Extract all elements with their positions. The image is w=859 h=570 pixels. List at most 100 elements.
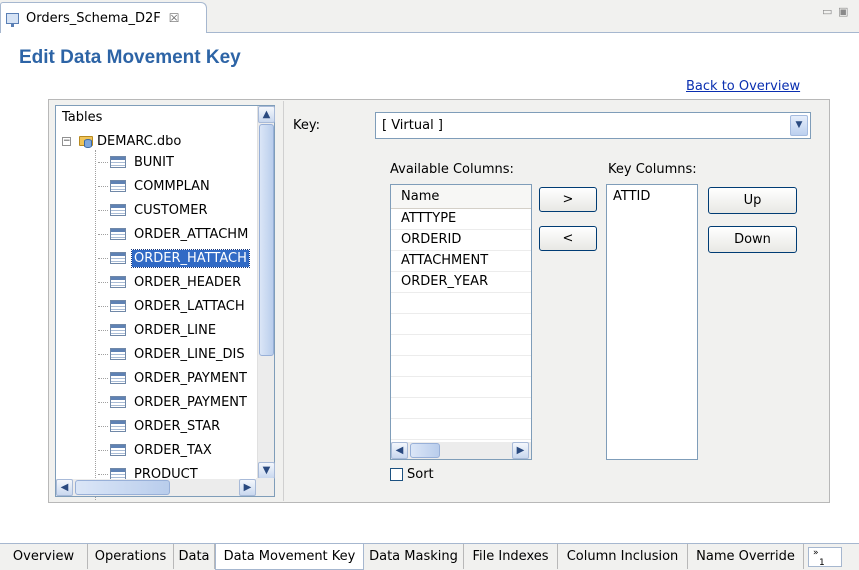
table-icon bbox=[110, 348, 126, 360]
tree-root-node[interactable]: − DEMARC.dbo bbox=[62, 132, 181, 150]
back-to-overview-link[interactable]: Back to Overview bbox=[686, 79, 800, 94]
add-column-button[interactable]: > bbox=[539, 187, 597, 212]
database-icon bbox=[79, 134, 93, 148]
tree-item-label: ORDER_STAR bbox=[134, 418, 221, 434]
list-item[interactable]: ORDER_YEAR bbox=[391, 272, 531, 293]
tree-item-order-hattach[interactable]: ORDER_HATTACH bbox=[98, 248, 258, 268]
tree-item-label: COMMPLAN bbox=[134, 178, 210, 194]
table-icon bbox=[110, 228, 126, 240]
tab-file-indexes[interactable]: File Indexes bbox=[464, 544, 558, 569]
move-down-button[interactable]: Down bbox=[708, 226, 797, 253]
scroll-left-icon[interactable]: ◀ bbox=[56, 479, 73, 496]
more-tabs-count: 1 bbox=[819, 558, 825, 568]
tree-vertical-scrollbar[interactable]: ▲ ▼ bbox=[257, 106, 275, 480]
tab-operations[interactable]: Operations bbox=[88, 544, 174, 569]
available-columns-list[interactable]: Name ATTTYPE ORDERID ATTACHMENT ORDER_YE… bbox=[390, 184, 532, 460]
key-select[interactable]: [ Virtual ] ▼ bbox=[375, 112, 811, 139]
key-columns-label: Key Columns: bbox=[608, 162, 697, 177]
tree-hscroll-thumb[interactable] bbox=[75, 480, 170, 495]
tree-item-label: CUSTOMER bbox=[134, 202, 208, 218]
chevron-down-icon[interactable]: ▼ bbox=[790, 115, 808, 136]
maximize-icon[interactable]: ▣ bbox=[838, 5, 848, 18]
list-item[interactable]: ORDERID bbox=[391, 230, 531, 251]
scroll-right-icon[interactable]: ▶ bbox=[239, 479, 256, 496]
list-item[interactable]: ATTID bbox=[613, 189, 697, 204]
table-icon bbox=[110, 420, 126, 432]
scroll-up-icon[interactable]: ▲ bbox=[258, 106, 275, 123]
table-icon bbox=[110, 372, 126, 384]
tree-item-order-payment[interactable]: ORDER_PAYMENT bbox=[98, 368, 258, 388]
scroll-right-icon[interactable]: ▶ bbox=[512, 442, 529, 459]
tab-column-inclusion[interactable]: Column Inclusion bbox=[558, 544, 688, 569]
table-icon bbox=[110, 180, 126, 192]
editor-tab-orders-schema[interactable]: Orders_Schema_D2F ☒ bbox=[0, 2, 207, 33]
tree-item-order-attachm[interactable]: ORDER_ATTACHM bbox=[98, 224, 258, 244]
tab-data[interactable]: Data bbox=[174, 544, 215, 569]
tree-item-label: ORDER_HATTACH bbox=[131, 248, 250, 268]
schema-editor-icon bbox=[6, 12, 19, 27]
scroll-corner bbox=[256, 478, 274, 496]
empty-row bbox=[391, 293, 531, 314]
table-icon bbox=[110, 156, 126, 168]
key-label: Key: bbox=[293, 118, 321, 133]
list-item[interactable]: ATTACHMENT bbox=[391, 251, 531, 272]
tree-item-customer[interactable]: CUSTOMER bbox=[98, 200, 258, 220]
tree-item-label: ORDER_TAX bbox=[134, 442, 212, 458]
more-tabs-button[interactable]: » 1 bbox=[808, 547, 842, 568]
sort-checkbox[interactable] bbox=[390, 468, 403, 481]
tables-tree-header: Tables bbox=[62, 110, 103, 125]
chevron-right-icon: » bbox=[813, 548, 819, 558]
tree-horizontal-scrollbar[interactable]: ◀ ▶ bbox=[56, 479, 257, 496]
tree-item-bunit[interactable]: BUNIT bbox=[98, 152, 258, 172]
tab-name-override[interactable]: Name Override bbox=[688, 544, 804, 569]
tree-item-order-line[interactable]: ORDER_LINE bbox=[98, 320, 258, 340]
tree-guide-line bbox=[95, 150, 96, 500]
empty-row bbox=[391, 419, 531, 440]
sort-option[interactable]: Sort bbox=[390, 467, 434, 482]
available-horizontal-scrollbar[interactable]: ◀ ▶ bbox=[391, 442, 531, 459]
scroll-left-icon[interactable]: ◀ bbox=[391, 442, 408, 459]
tree-item-order-tax[interactable]: ORDER_TAX bbox=[98, 440, 258, 460]
tab-overview[interactable]: Overview bbox=[0, 544, 88, 569]
tree-item-label: ORDER_PAYMENT bbox=[134, 394, 247, 410]
collapse-icon[interactable]: − bbox=[62, 136, 71, 146]
available-hscroll-thumb[interactable] bbox=[410, 443, 440, 458]
tree-item-label: ORDER_LATTACH bbox=[134, 298, 245, 314]
remove-column-button[interactable]: < bbox=[539, 226, 597, 251]
tab-data-movement-key[interactable]: Data Movement Key bbox=[215, 544, 364, 570]
tree-item-label: ORDER_PAYMENT bbox=[134, 370, 247, 386]
key-select-value: [ Virtual ] bbox=[382, 118, 443, 133]
editor-page-tabs: Overview Operations Data Data Movement K… bbox=[0, 543, 859, 570]
key-columns-list[interactable]: ATTID bbox=[606, 184, 698, 460]
scroll-down-icon[interactable]: ▼ bbox=[258, 462, 275, 479]
editor-tab-bar: Orders_Schema_D2F ☒ ▭ ▣ bbox=[0, 0, 859, 33]
tree-item-order-lattach[interactable]: ORDER_LATTACH bbox=[98, 296, 258, 316]
key-editor-pane bbox=[284, 100, 829, 502]
close-icon[interactable]: ☒ bbox=[169, 11, 180, 25]
tree-item-commplan[interactable]: COMMPLAN bbox=[98, 176, 258, 196]
tree-item-label: ORDER_HEADER bbox=[134, 274, 242, 290]
tables-tree[interactable]: Tables − DEMARC.dbo BUNIT COMMPLAN CUSTO… bbox=[55, 105, 275, 500]
column-header-name[interactable]: Name bbox=[391, 185, 531, 209]
tree-vscroll-thumb[interactable] bbox=[259, 124, 274, 356]
tree-item-label: ORDER_LINE_DIS bbox=[134, 346, 245, 362]
tree-item-order-star[interactable]: ORDER_STAR bbox=[98, 416, 258, 436]
page-title: Edit Data Movement Key bbox=[19, 47, 241, 68]
tree-item-order-header[interactable]: ORDER_HEADER bbox=[98, 272, 258, 292]
table-icon bbox=[110, 324, 126, 336]
empty-row bbox=[391, 377, 531, 398]
table-icon bbox=[110, 396, 126, 408]
list-item[interactable]: ATTTYPE bbox=[391, 209, 531, 230]
tree-item-label: ORDER_LINE bbox=[134, 322, 217, 338]
tree-item-order-payment-2[interactable]: ORDER_PAYMENT bbox=[98, 392, 258, 412]
sort-label: Sort bbox=[407, 467, 434, 482]
table-icon bbox=[110, 252, 126, 264]
tree-root-label: DEMARC.dbo bbox=[97, 133, 182, 149]
table-icon bbox=[110, 300, 126, 312]
tab-data-masking[interactable]: Data Masking bbox=[364, 544, 464, 569]
minimize-icon[interactable]: ▭ bbox=[822, 5, 832, 18]
empty-row bbox=[391, 356, 531, 377]
move-up-button[interactable]: Up bbox=[708, 187, 797, 214]
tree-item-order-line-dis[interactable]: ORDER_LINE_DIS bbox=[98, 344, 258, 364]
tree-item-label: BUNIT bbox=[134, 154, 174, 170]
